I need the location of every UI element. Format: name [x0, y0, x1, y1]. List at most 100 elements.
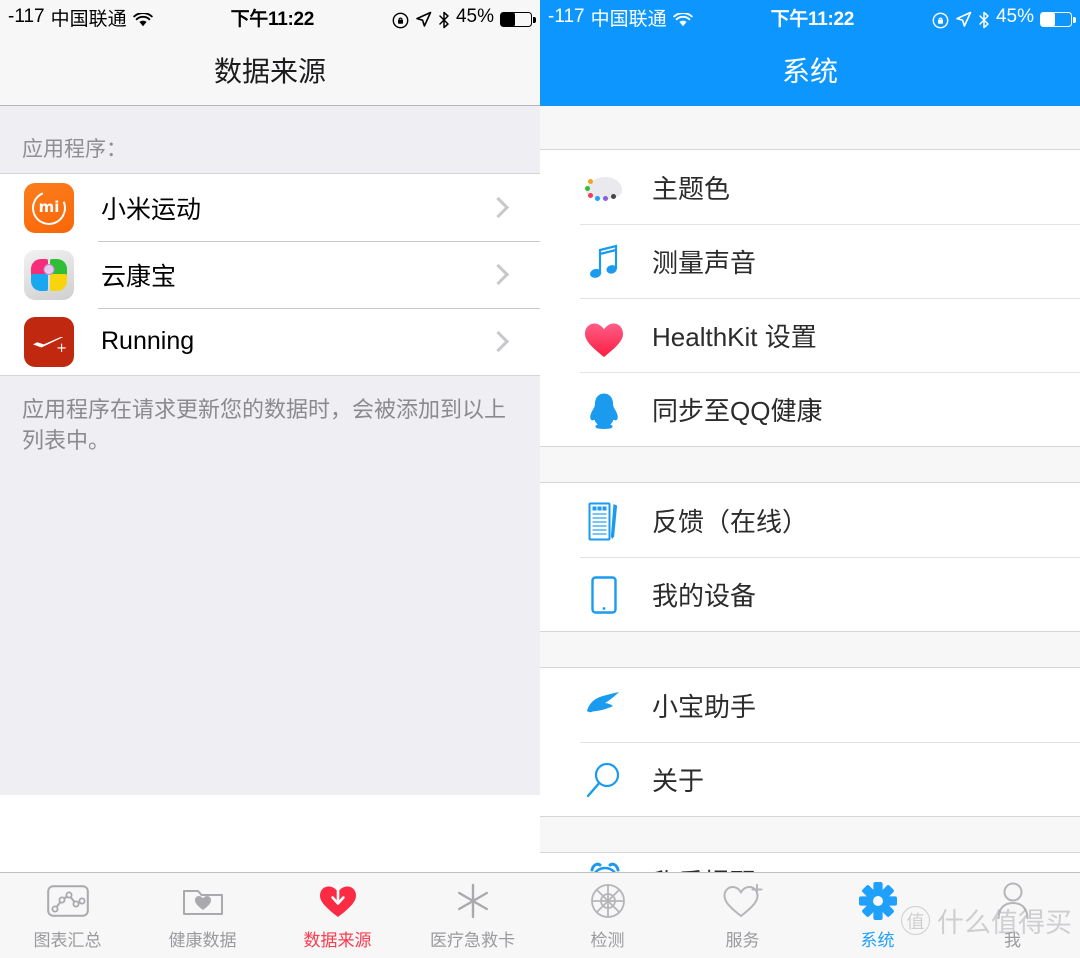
status-right-group: 45% — [392, 6, 536, 29]
settings-group-1: 主题色 测量声音 HealthKit 设置 同步至QQ健康 — [540, 150, 1080, 446]
list-item[interactable]: 云康宝 — [0, 241, 540, 308]
list-item-label: 同步至QQ健康 — [652, 395, 823, 426]
chart-summary-icon — [46, 880, 89, 922]
status-right-group: 45% — [932, 6, 1076, 29]
app-name: 云康宝 — [101, 262, 177, 291]
list-item[interactable]: + Running — [0, 308, 540, 375]
carrier-name: 中国联通 — [50, 8, 127, 30]
status-time: 下午11:22 — [230, 8, 315, 30]
list-item-xiaobao-assistant[interactable]: 小宝助手 — [540, 668, 1080, 742]
dual-screenshot-container: -117 中国联通 下午11:22 45% 数据来源 应用程序： mi 小米运动… — [0, 0, 1080, 958]
app-name: Running — [101, 327, 195, 355]
apps-footer-note: 应用程序在请求更新您的数据时，会被添加到以上列表中。 — [0, 375, 540, 795]
section-spacer — [540, 816, 1080, 853]
tab-label: 检测 — [590, 931, 625, 950]
feedback-document-icon — [580, 498, 628, 542]
right-status-bar: -117 中国联通 下午11:22 45% — [540, 0, 1080, 34]
qq-penguin-icon — [580, 387, 628, 431]
list-item-label: 反馈（在线） — [652, 506, 809, 537]
section-spacer — [540, 446, 1080, 483]
tab-chart-summary[interactable]: 图表汇总 — [0, 880, 135, 951]
list-item-label: 我的设备 — [652, 580, 757, 611]
list-item-measure-sound[interactable]: 测量声音 — [540, 224, 1080, 298]
magnifier-icon — [580, 757, 628, 801]
tab-label: 图表汇总 — [33, 931, 102, 950]
rotation-lock-icon — [392, 12, 409, 29]
wifi-icon — [672, 11, 693, 27]
list-item-healthkit-settings[interactable]: HealthKit 设置 — [540, 298, 1080, 372]
tab-label: 医疗急救卡 — [430, 931, 515, 950]
apps-section-label: 应用程序： — [22, 138, 127, 161]
data-source-app-list: mi 小米运动 云康宝 + Running — [0, 174, 540, 375]
tablet-device-icon — [580, 572, 628, 616]
tab-label: 我 — [1004, 931, 1021, 950]
status-left-group: -117 中国联通 — [548, 4, 693, 31]
tab-medical-id[interactable]: 医疗急救卡 — [405, 880, 540, 951]
list-item-label: HealthKit 设置 — [652, 321, 817, 352]
list-item-feedback-online[interactable]: 反馈（在线） — [540, 483, 1080, 557]
left-status-bar: -117 中国联通 下午11:22 45% — [0, 0, 540, 34]
tab-measure[interactable]: 检测 — [540, 880, 675, 951]
battery-percent-text: 45% — [995, 6, 1034, 27]
chevron-right-icon — [487, 330, 510, 353]
palette-icon — [580, 165, 628, 209]
right-tab-bar: 检测 服务 系统 我 — [540, 872, 1080, 958]
tab-label: 数据来源 — [303, 931, 372, 950]
list-item-label: 主题色 — [652, 173, 731, 204]
page-title: 数据来源 — [213, 55, 326, 87]
list-item-sync-qq-health[interactable]: 同步至QQ健康 — [540, 372, 1080, 446]
list-item-label: 小宝助手 — [652, 691, 757, 722]
location-arrow-icon — [955, 11, 972, 28]
left-phone-screen: -117 中国联通 下午11:22 45% 数据来源 应用程序： mi 小米运动… — [0, 0, 540, 958]
heart-plus-icon — [722, 880, 764, 922]
chevron-right-icon — [487, 263, 510, 286]
settings-group-2: 反馈（在线） 我的设备 — [540, 483, 1080, 631]
person-icon — [993, 880, 1033, 922]
nike-running-icon: + — [24, 316, 74, 367]
status-time: 下午11:22 — [770, 8, 855, 30]
list-item-about[interactable]: 关于 — [540, 742, 1080, 816]
apps-section-header: 应用程序： — [0, 106, 540, 174]
app-name: 小米运动 — [101, 195, 202, 224]
tab-me[interactable]: 我 — [945, 880, 1080, 951]
gear-icon — [858, 880, 898, 922]
tab-label: 系统 — [860, 931, 895, 950]
tab-system[interactable]: 系统 — [810, 880, 945, 951]
health-data-folder-icon — [182, 880, 224, 922]
rotation-lock-icon — [932, 12, 949, 29]
measure-target-icon — [588, 880, 628, 922]
list-item-label: 测量声音 — [652, 247, 757, 278]
list-item-my-device[interactable]: 我的设备 — [540, 557, 1080, 631]
tab-data-source[interactable]: 数据来源 — [270, 880, 405, 951]
page-title: 系统 — [781, 56, 838, 87]
pointing-hand-icon — [580, 683, 628, 727]
left-tab-bar: 图表汇总 健康数据 数据来源 医疗急救卡 — [0, 872, 540, 958]
tab-health-data[interactable]: 健康数据 — [135, 880, 270, 951]
bluetooth-icon — [438, 11, 450, 29]
settings-group-3: 小宝助手 关于 — [540, 668, 1080, 816]
section-spacer — [540, 106, 1080, 150]
list-item-label: 关于 — [652, 765, 705, 796]
battery-icon — [500, 11, 536, 27]
right-nav-bar: 系统 — [540, 34, 1080, 106]
status-left-group: -117 中国联通 — [8, 4, 153, 31]
data-source-heart-icon — [317, 880, 359, 922]
left-nav-bar: 数据来源 — [0, 34, 540, 106]
list-item[interactable]: mi 小米运动 — [0, 174, 540, 241]
right-phone-screen: -117 中国联通 下午11:22 45% 系统 主题色 测量声音 Health… — [540, 0, 1080, 958]
list-item-theme-color[interactable]: 主题色 — [540, 150, 1080, 224]
battery-percent-text: 45% — [455, 6, 494, 27]
tab-label: 服务 — [725, 931, 760, 950]
signal-strength-text: -117 — [548, 6, 585, 27]
signal-strength-text: -117 — [8, 6, 45, 27]
tab-label: 健康数据 — [168, 931, 237, 950]
section-spacer — [540, 631, 1080, 668]
wifi-icon — [132, 11, 153, 27]
battery-icon — [1040, 11, 1076, 27]
chevron-right-icon — [487, 196, 510, 219]
music-note-icon — [580, 239, 628, 283]
tab-service[interactable]: 服务 — [675, 880, 810, 951]
bluetooth-icon — [978, 11, 990, 29]
heart-icon — [580, 313, 628, 357]
carrier-name: 中国联通 — [590, 8, 667, 30]
